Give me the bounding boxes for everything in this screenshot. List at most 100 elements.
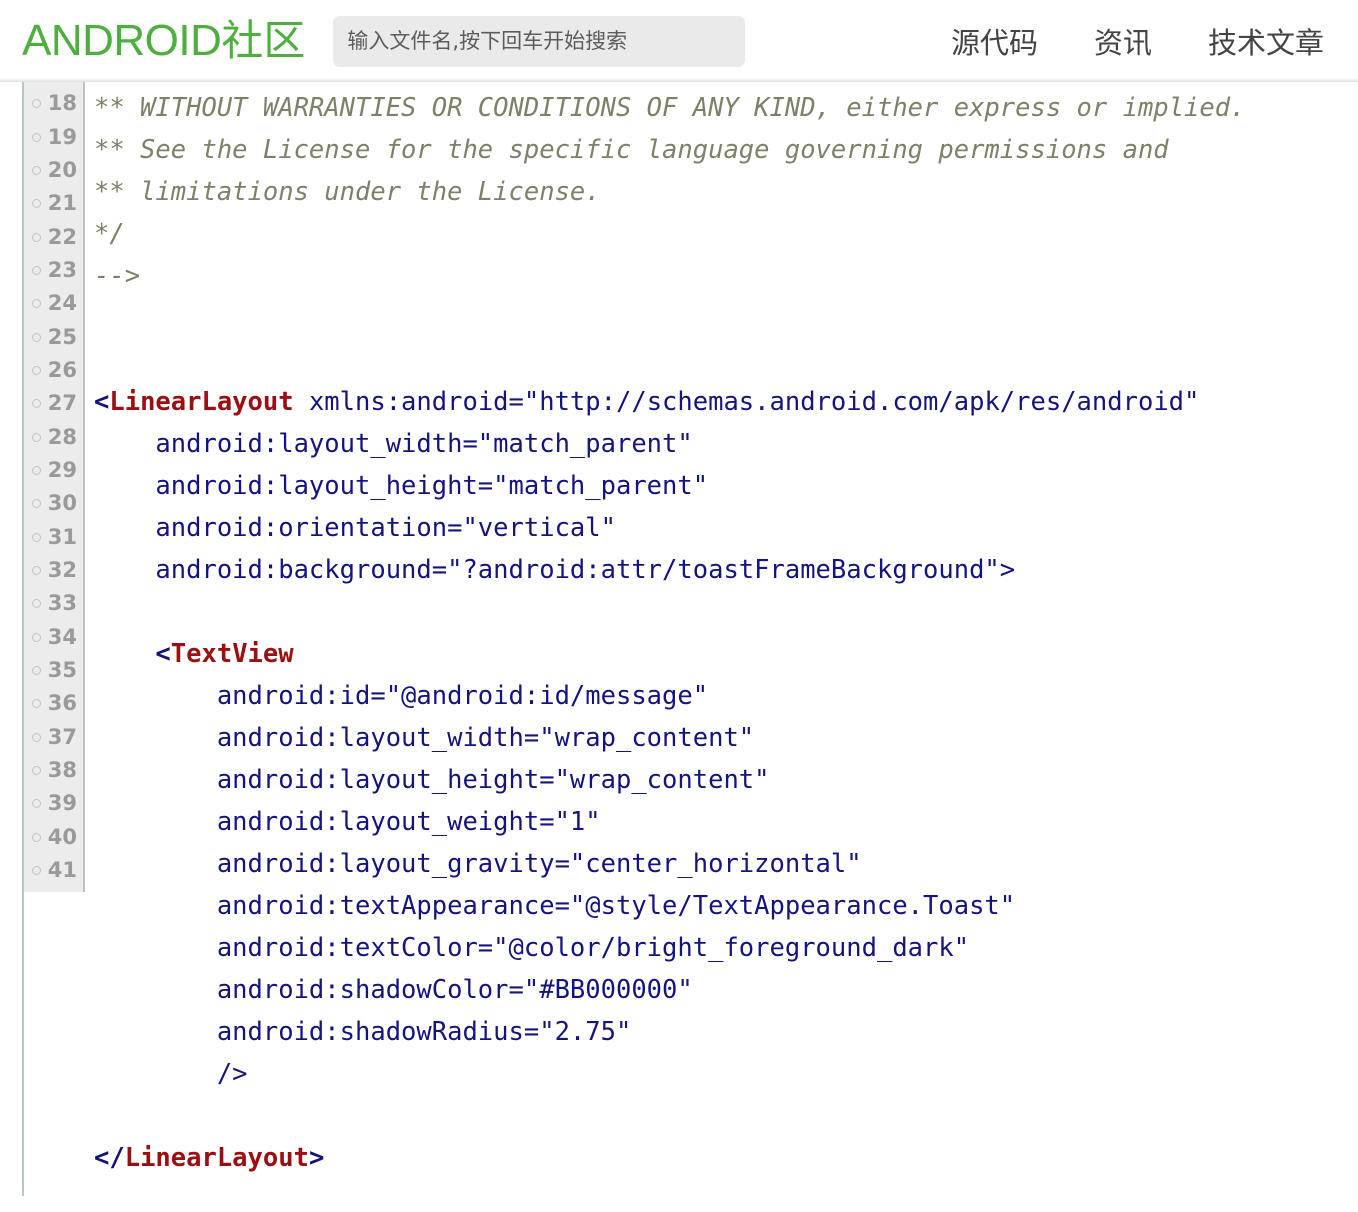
gutter-line[interactable]: 34	[24, 621, 83, 654]
code-token-bracket: <	[155, 639, 171, 669]
code-line: android:shadowColor="#BB000000"	[85, 969, 1358, 1011]
code-line: />	[85, 1053, 1358, 1095]
gutter-line[interactable]: 31	[24, 520, 83, 553]
code-line: */	[85, 213, 1358, 255]
gutter-line[interactable]: 32	[24, 554, 83, 587]
code-token-attr: android:id="@android:id/message"	[94, 681, 709, 711]
code-line: android:shadowRadius="2.75"	[85, 1011, 1358, 1053]
nav-item-tech-articles[interactable]: 技术文章	[1208, 20, 1324, 62]
gutter-line[interactable]: 19	[24, 120, 83, 153]
code-fold-circle-icon[interactable]	[31, 132, 41, 142]
code-line: android:id="@android:id/message"	[85, 675, 1358, 717]
gutter-line[interactable]: 39	[24, 787, 83, 820]
gutter-line[interactable]: 26	[24, 354, 83, 387]
code-token-attr: />	[94, 1059, 248, 1089]
code-fold-circle-icon[interactable]	[31, 99, 41, 109]
code-fold-circle-icon[interactable]	[31, 799, 41, 809]
gutter-line[interactable]: 41	[24, 854, 83, 887]
code-fold-circle-icon[interactable]	[31, 332, 41, 342]
code-fold-circle-icon[interactable]	[31, 632, 41, 642]
code-fold-circle-icon[interactable]	[31, 499, 41, 509]
line-number: 38	[47, 758, 77, 783]
line-number: 39	[47, 791, 77, 816]
search-container	[333, 15, 746, 67]
line-number: 35	[47, 658, 77, 683]
code-line: ** limitations under the License.	[85, 171, 1358, 213]
code-line: android:layout_height="match_parent"	[85, 465, 1358, 507]
code-fold-circle-icon[interactable]	[31, 599, 41, 609]
gutter-line[interactable]: 40	[24, 821, 83, 854]
code-line: android:layout_height="wrap_content"	[85, 759, 1358, 801]
gutter-line[interactable]: 29	[24, 454, 83, 487]
code-fold-circle-icon[interactable]	[31, 365, 41, 375]
line-number: 22	[47, 224, 77, 249]
nav-item-source-code[interactable]: 源代码	[951, 20, 1038, 62]
code-fold-circle-icon[interactable]	[31, 699, 41, 709]
code-token-comment: */	[94, 219, 125, 249]
gutter-line[interactable]: 35	[24, 654, 83, 687]
gutter-line[interactable]: 25	[24, 320, 83, 353]
gutter-line[interactable]: 36	[24, 687, 83, 720]
code-line: ** See the License for the specific lang…	[85, 129, 1358, 171]
code-line: -->	[85, 255, 1358, 297]
gutter-line[interactable]: 30	[24, 487, 83, 520]
line-number: 40	[47, 824, 77, 849]
code-fold-circle-icon[interactable]	[31, 832, 41, 842]
code-fold-circle-icon[interactable]	[31, 399, 41, 409]
gutter-line[interactable]: 37	[24, 721, 83, 754]
code-fold-circle-icon[interactable]	[31, 732, 41, 742]
line-number: 21	[47, 191, 77, 216]
code-content[interactable]: ** WITHOUT WARRANTIES OR CONDITIONS OF A…	[85, 82, 1358, 1179]
code-token-bracket: </	[94, 1143, 125, 1173]
code-fold-circle-icon[interactable]	[31, 866, 41, 876]
line-number: 26	[47, 357, 77, 382]
gutter-line[interactable]: 20	[24, 154, 83, 187]
gutter-line[interactable]: 33	[24, 587, 83, 620]
gutter-line[interactable]: 22	[24, 220, 83, 253]
code-fold-circle-icon[interactable]	[31, 232, 41, 242]
code-token-comment: ** WITHOUT WARRANTIES OR CONDITIONS OF A…	[94, 93, 1246, 123]
code-fold-circle-icon[interactable]	[31, 666, 41, 676]
search-input[interactable]	[333, 15, 746, 67]
code-line: android:textColor="@color/bright_foregro…	[85, 927, 1358, 969]
code-token-attr: android:layout_gravity="center_horizonta…	[94, 849, 862, 879]
gutter-line[interactable]: 23	[24, 254, 83, 287]
gutter-line[interactable]: 28	[24, 420, 83, 453]
line-number: 32	[47, 557, 77, 582]
code-fold-circle-icon[interactable]	[31, 299, 41, 309]
code-viewer: 18 19 20 21 22 23 24 25 26 27 28 29 30 31 32 33 34 35 36 37…	[0, 82, 1358, 1212]
code-fold-circle-icon[interactable]	[31, 766, 41, 776]
line-number: 41	[47, 858, 77, 883]
code-line: android:background="?android:attr/toastF…	[85, 549, 1358, 591]
code-token-attr: android:textAppearance="@style/TextAppea…	[94, 891, 1016, 921]
code-token-comment: ** See the License for the specific lang…	[94, 135, 1169, 165]
code-token-attr: android:layout_width="match_parent"	[94, 429, 693, 459]
nav-item-news[interactable]: 资讯	[1094, 20, 1152, 62]
gutter-line[interactable]: 38	[24, 754, 83, 787]
code-fold-circle-icon[interactable]	[31, 465, 41, 475]
code-token-attr: android:layout_height="wrap_content"	[94, 765, 770, 795]
brand-chinese-text: 社区	[221, 16, 306, 65]
code-fold-circle-icon[interactable]	[31, 432, 41, 442]
line-number: 33	[47, 591, 77, 616]
site-logo[interactable]: ANDROID社区	[22, 19, 305, 63]
gutter-line[interactable]: 18	[24, 87, 83, 120]
code-token-tag: TextView	[170, 639, 294, 669]
code-fold-circle-icon[interactable]	[31, 199, 41, 209]
gutter-line[interactable]: 24	[24, 287, 83, 320]
code-token-tag: LinearLayout	[109, 387, 294, 417]
code-token-attr: android:layout_weight="1"	[94, 807, 601, 837]
code-token-attr: android:shadowColor="#BB000000"	[94, 975, 693, 1005]
gutter-line[interactable]: 27	[24, 387, 83, 420]
code-fold-circle-icon[interactable]	[31, 265, 41, 275]
code-fold-circle-icon[interactable]	[31, 565, 41, 575]
code-line: < LinearLayout xmlns:android="http://sche…	[85, 381, 1358, 423]
code-fold-circle-icon[interactable]	[31, 532, 41, 542]
code-fold-circle-icon[interactable]	[31, 165, 41, 175]
line-number: 30	[47, 491, 77, 516]
gutter-line[interactable]: 21	[24, 187, 83, 220]
code-token-bracket: >	[308, 1143, 325, 1173]
